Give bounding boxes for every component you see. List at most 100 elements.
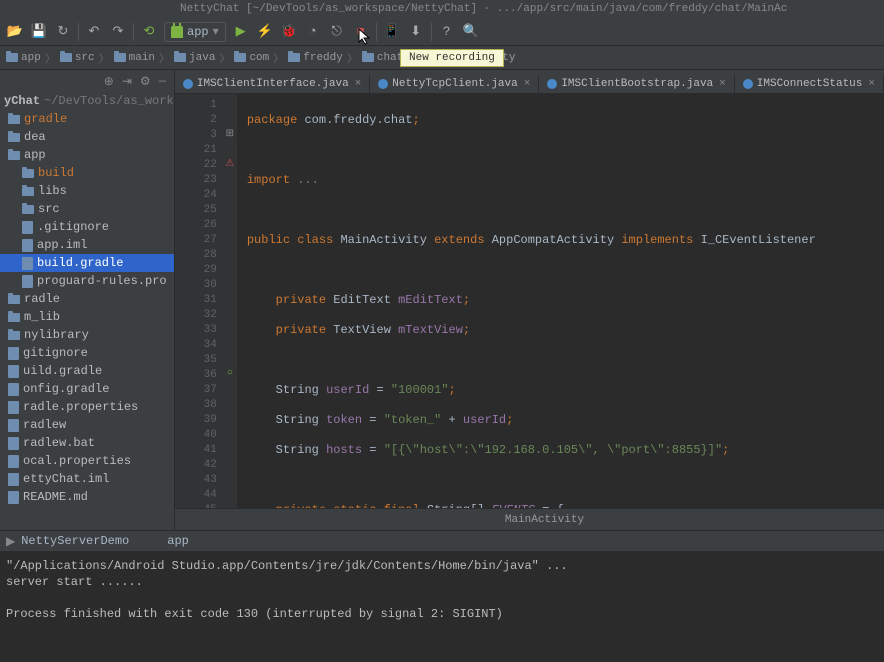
tree-item[interactable]: build: [0, 164, 174, 182]
editor-tab[interactable]: NettyTcpClient.java×: [370, 75, 539, 93]
console-output[interactable]: "/Applications/Android Studio.app/Conten…: [0, 552, 884, 662]
folder-icon: [8, 151, 20, 160]
profile-icon[interactable]: ◔: [304, 23, 322, 41]
editor-breadcrumb[interactable]: MainActivity: [175, 508, 884, 530]
stop-icon[interactable]: ■: [352, 23, 370, 41]
tree-item[interactable]: app.iml: [0, 236, 174, 254]
tree-item[interactable]: radle.properties: [0, 398, 174, 416]
editor-tab[interactable]: IMSClientInterface.java×: [175, 75, 370, 93]
file-icon: [8, 401, 19, 414]
breadcrumb-item[interactable]: freddy: [288, 52, 343, 64]
tree-item[interactable]: gitignore: [0, 344, 174, 362]
toolbar-separator: [78, 23, 79, 41]
help-icon[interactable]: ?: [438, 23, 456, 41]
tree-toolbar: ⊕ ⇥ ⚙ —: [0, 70, 174, 92]
tree-item[interactable]: m_lib: [0, 308, 174, 326]
folder-icon: [8, 133, 20, 142]
close-icon[interactable]: ×: [719, 78, 726, 90]
target-icon[interactable]: ⊕: [104, 74, 114, 89]
java-icon: [183, 79, 193, 89]
gear-icon[interactable]: ⚙: [140, 74, 151, 89]
tree-item[interactable]: radlew: [0, 416, 174, 434]
undo-icon[interactable]: ↶: [85, 23, 103, 41]
run-config-selector[interactable]: app ▾: [164, 22, 226, 42]
file-icon: [8, 491, 19, 504]
tree-item[interactable]: .gitignore: [0, 218, 174, 236]
run-tool-tabs: ▶ NettyServerDemo app: [0, 530, 884, 552]
breadcrumb-item[interactable]: src: [60, 52, 95, 64]
project-tree[interactable]: ⊕ ⇥ ⚙ — yChat ~/DevTools/as_workspace/Ne…: [0, 70, 175, 530]
tree-item[interactable]: README.md: [0, 488, 174, 506]
editor-tab[interactable]: IMSConnectStatus×: [735, 75, 884, 93]
open-icon[interactable]: 📂: [6, 23, 24, 41]
avd-icon[interactable]: 📱: [383, 23, 401, 41]
folder-icon: [362, 53, 374, 62]
run-tab[interactable]: app: [167, 534, 189, 548]
folder-icon: [114, 53, 126, 62]
editor: IMSClientInterface.java×NettyTcpClient.j…: [175, 70, 884, 530]
file-icon: [8, 383, 19, 396]
toolbar-separator: [431, 23, 432, 41]
redo-icon[interactable]: ↷: [109, 23, 127, 41]
sync-icon[interactable]: ⟲: [140, 23, 158, 41]
folder-icon: [8, 115, 20, 124]
hide-icon[interactable]: —: [159, 74, 166, 88]
tree-item[interactable]: ettyChat.iml: [0, 470, 174, 488]
tree-item[interactable]: onfig.gradle: [0, 380, 174, 398]
file-icon: [22, 221, 33, 234]
editor-tabs: IMSClientInterface.java×NettyTcpClient.j…: [175, 70, 884, 94]
folder-icon: [8, 313, 20, 322]
save-icon[interactable]: 💾: [30, 23, 48, 41]
folder-icon: [8, 331, 20, 340]
tree-item[interactable]: gradle: [0, 110, 174, 128]
run-tab[interactable]: NettyServerDemo: [21, 534, 129, 548]
breadcrumb-item[interactable]: java: [174, 52, 215, 64]
tree-item[interactable]: nylibrary: [0, 326, 174, 344]
breadcrumb-item[interactable]: com: [234, 52, 269, 64]
tree-item[interactable]: dea: [0, 128, 174, 146]
close-icon[interactable]: ×: [355, 78, 362, 90]
java-icon: [378, 79, 388, 89]
apply-changes-icon[interactable]: ⚡: [256, 23, 274, 41]
editor-tab[interactable]: IMSClientBootstrap.java×: [539, 75, 734, 93]
close-icon[interactable]: ×: [524, 78, 531, 90]
breadcrumb-item[interactable]: main: [114, 52, 155, 64]
folder-icon: [8, 295, 20, 304]
tree-item[interactable]: proguard-rules.pro: [0, 272, 174, 290]
tree-item[interactable]: src: [0, 200, 174, 218]
tree-item[interactable]: radle: [0, 290, 174, 308]
tree-item[interactable]: app: [0, 146, 174, 164]
title-bar: NettyChat [~/DevTools/as_workspace/Netty…: [0, 0, 884, 18]
tree-item[interactable]: libs: [0, 182, 174, 200]
folder-icon: [22, 187, 34, 196]
folder-icon: [234, 53, 246, 62]
tree-item[interactable]: radlew.bat: [0, 434, 174, 452]
close-icon[interactable]: ×: [868, 78, 875, 90]
folder-icon: [60, 53, 72, 62]
file-icon: [8, 347, 19, 360]
run-icon[interactable]: ▶: [232, 23, 250, 41]
tree-item[interactable]: uild.gradle: [0, 362, 174, 380]
tree-item[interactable]: ocal.properties: [0, 452, 174, 470]
breadcrumb-item[interactable]: app: [6, 52, 41, 64]
gutter-icons: ⊞ ⚠ ○: [223, 94, 237, 508]
file-icon: [22, 257, 33, 270]
code-content[interactable]: package com.freddy.chat; import ... publ…: [237, 94, 884, 508]
debug-icon[interactable]: 🐞: [280, 23, 298, 41]
tree-root[interactable]: yChat ~/DevTools/as_workspace/NettyCha: [0, 92, 174, 110]
code-area[interactable]: 1232122232425262728293031323334353637383…: [175, 94, 884, 508]
folder-icon: [22, 205, 34, 214]
file-icon: [8, 473, 19, 486]
java-icon: [743, 79, 753, 89]
collapse-icon[interactable]: ⇥: [122, 74, 132, 89]
refresh-icon[interactable]: ↻: [54, 23, 72, 41]
file-icon: [8, 365, 19, 378]
android-icon: [171, 26, 183, 38]
breadcrumb-item[interactable]: chat: [362, 52, 403, 64]
folder-icon: [22, 169, 34, 178]
tree-item[interactable]: build.gradle: [0, 254, 174, 272]
attach-icon[interactable]: ⎋: [328, 23, 346, 41]
java-icon: [547, 79, 557, 89]
search-icon[interactable]: 🔍: [462, 23, 480, 41]
sdk-icon[interactable]: ⬇: [407, 23, 425, 41]
